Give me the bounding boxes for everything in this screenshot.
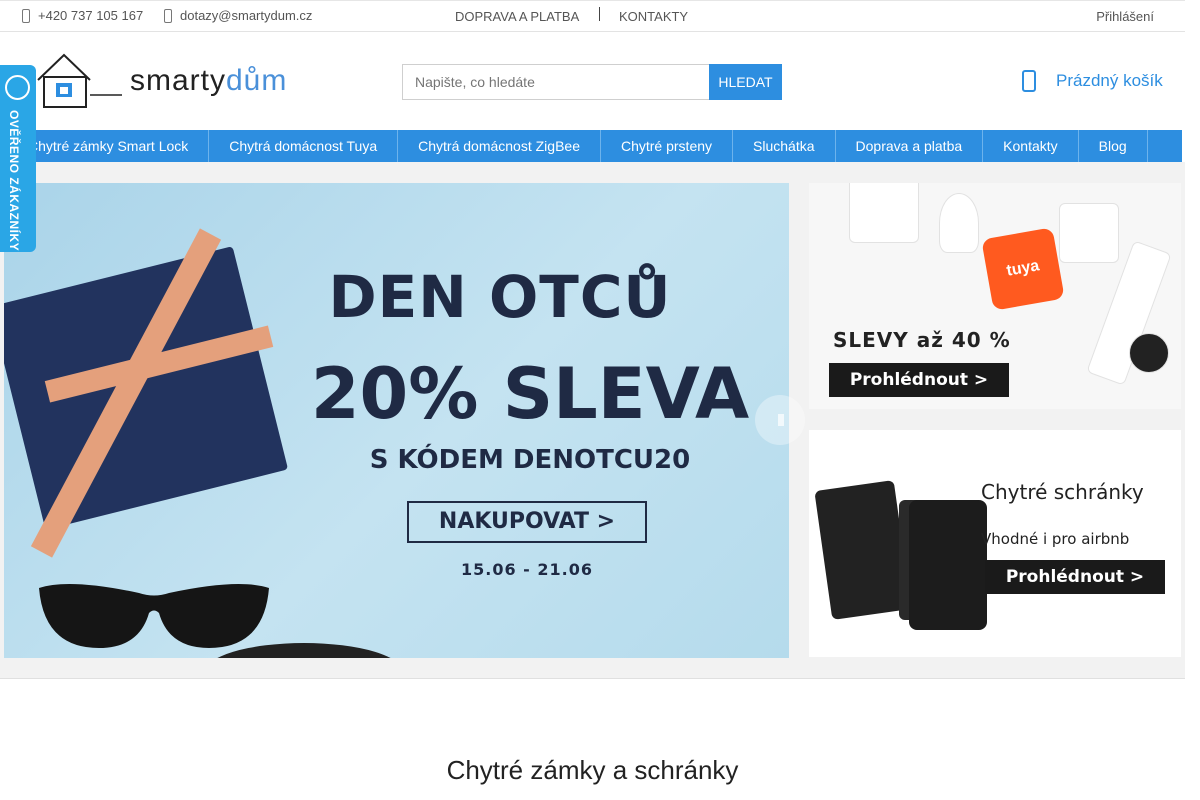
search-input[interactable]: [402, 64, 709, 100]
side2-view-button[interactable]: Prohlédnout >: [985, 560, 1165, 594]
nav-item-blog[interactable]: Blog: [1079, 130, 1148, 162]
top-link-shipping[interactable]: DOPRAVA A PLATBA: [455, 9, 579, 24]
login-link[interactable]: Přihlášení: [1096, 9, 1154, 24]
hero-shop-button[interactable]: NAKUPOVAT >: [407, 501, 647, 543]
side1-view-button[interactable]: Prohlédnout >: [829, 363, 1009, 397]
hero-code: S KÓDEM DENOTCU20: [369, 445, 691, 475]
top-link-divider: [599, 7, 600, 21]
side2-title: Chytré schránky: [981, 480, 1144, 504]
camera-image: [1129, 333, 1169, 373]
side1-offer: SLEVY až 40 %: [833, 328, 1011, 352]
hero-banner[interactable]: DEN OTCŮ 20% SLEVA S KÓDEM DENOTCU20 NAK…: [4, 183, 789, 658]
tuya-logo: tuya: [981, 227, 1065, 311]
logo-wordmark: smartydům: [130, 64, 287, 98]
cart-label[interactable]: Prázdný košík: [1056, 71, 1163, 91]
device-image: [849, 183, 919, 243]
section-title: Chytré zámky a schránky: [446, 755, 739, 785]
phone-number[interactable]: +420 737 105 167: [38, 8, 143, 23]
top-link-contacts[interactable]: KONTAKTY: [619, 9, 688, 24]
search-bar: HLEDAT: [402, 64, 782, 100]
side2-subtitle: Vhodné i pro airbnb: [981, 530, 1130, 548]
cart-link[interactable]: Prázdný košík: [1022, 70, 1163, 92]
hero-dates: 15.06 - 21.06: [461, 560, 593, 579]
hero-discount: 20% SLEVA: [310, 353, 750, 435]
phone-contact[interactable]: +420 737 105 167: [22, 8, 143, 23]
side-banner-tuya[interactable]: tuya SLEVY až 40 % Prohlédnout >: [809, 183, 1181, 409]
main-navigation: Chytré zámky Smart Lock Chytrá domácnost…: [0, 130, 1182, 162]
verified-badge[interactable]: OVĚŘENO ZÁKAZNÍKY: [0, 65, 36, 252]
lockbox-image: [814, 480, 912, 620]
nav-item-zigbee[interactable]: Chytrá domácnost ZigBee: [398, 130, 601, 162]
search-button[interactable]: HLEDAT: [709, 64, 782, 100]
email-contact[interactable]: dotazy@smartydum.cz: [164, 8, 312, 23]
logo-text-accent: dům: [226, 64, 288, 97]
email-icon: [164, 8, 172, 23]
nav-item-shipping[interactable]: Doprava a platba: [836, 130, 984, 162]
nav-item-contacts[interactable]: Kontakty: [983, 130, 1079, 162]
house-logo-icon: [37, 53, 122, 108]
email-address[interactable]: dotazy@smartydum.cz: [180, 8, 312, 23]
verified-badge-text: OVĚŘENO ZÁKAZNÍKY: [7, 110, 21, 252]
verified-seal-icon: [5, 75, 30, 100]
site-logo[interactable]: smartydům: [34, 50, 286, 110]
hero-title: DEN OTCŮ: [328, 263, 672, 331]
top-bar: +420 737 105 167 dotazy@smartydum.cz DOP…: [0, 0, 1185, 32]
logo-text-main: smarty: [130, 64, 226, 97]
phone-icon: [22, 8, 30, 23]
cart-icon: [1022, 70, 1036, 92]
nav-item-tuya[interactable]: Chytrá domácnost Tuya: [209, 130, 399, 162]
carousel-next-arrow-icon[interactable]: [755, 395, 805, 445]
plug-image: [1059, 203, 1119, 263]
nav-item-smart-rings[interactable]: Chytré prsteny: [601, 130, 734, 162]
side-banner-lockboxes[interactable]: Chytré schránky Vhodné i pro airbnb Proh…: [809, 430, 1181, 657]
nav-item-headphones[interactable]: Sluchátka: [733, 130, 836, 162]
glasses-prop-image: [39, 584, 269, 648]
keypad-image: [909, 500, 987, 630]
bulb-image: [939, 193, 979, 253]
